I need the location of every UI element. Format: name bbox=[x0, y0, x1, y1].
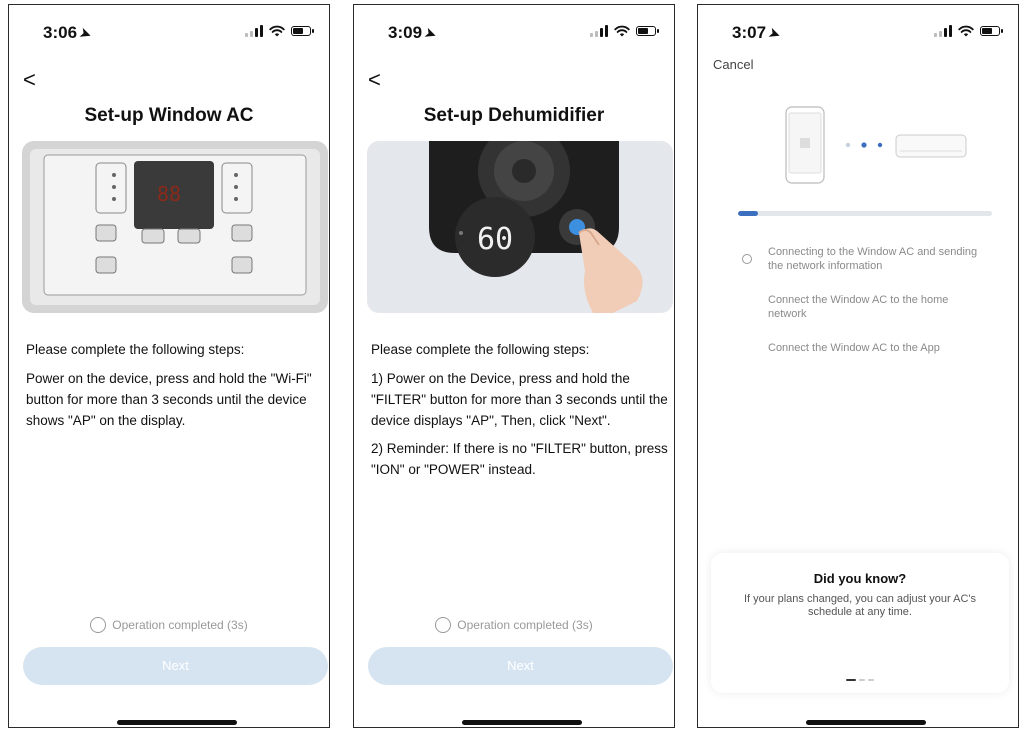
status-time-text: 3:09 bbox=[388, 23, 423, 42]
status-time: 3:09➤ bbox=[388, 23, 439, 43]
svg-text:88: 88 bbox=[157, 182, 181, 206]
radio-icon[interactable] bbox=[435, 617, 452, 633]
pairing-illustration bbox=[785, 106, 967, 184]
back-button[interactable]: < bbox=[23, 67, 36, 93]
battery-icon bbox=[291, 26, 314, 36]
connection-step: Connecting to the Window AC and sending … bbox=[738, 245, 988, 273]
phone-screen-window-ac: 3:06➤ < Set-up Window AC 88 Please compl… bbox=[8, 4, 330, 728]
status-icons bbox=[590, 25, 659, 37]
operation-completed-row[interactable]: Operation completed (3s) bbox=[9, 617, 329, 633]
dehumidifier-panel-image: 60 bbox=[367, 141, 673, 313]
step-text: 2) Reminder: If there is no "FILTER" but… bbox=[371, 441, 668, 477]
status-bar: 3:07➤ bbox=[698, 19, 1018, 45]
steps-list: Power on the device, press and hold the … bbox=[26, 368, 326, 438]
operation-completed-label: Operation completed (3s) bbox=[112, 618, 248, 632]
page-title: Set-up Dehumidifier bbox=[423, 105, 605, 126]
cancel-button[interactable]: Cancel bbox=[713, 57, 753, 72]
operation-completed-label: Operation completed (3s) bbox=[457, 618, 593, 632]
home-indicator[interactable] bbox=[117, 720, 237, 725]
steps-heading: Please complete the following steps: bbox=[26, 342, 245, 357]
cell-signal-icon bbox=[590, 25, 608, 37]
next-button[interactable]: Next bbox=[368, 647, 673, 685]
status-time: 3:06➤ bbox=[43, 23, 94, 43]
step-text: 1) Power on the Device, press and hold t… bbox=[371, 371, 668, 428]
operation-completed-row[interactable]: Operation completed (3s) bbox=[354, 617, 674, 633]
step-text: Power on the device, press and hold the … bbox=[26, 371, 312, 428]
tip-body: If your plans changed, you can adjust yo… bbox=[743, 593, 976, 618]
home-indicator[interactable] bbox=[806, 720, 926, 725]
wifi-icon bbox=[614, 25, 630, 37]
location-arrow-icon: ➤ bbox=[77, 24, 94, 43]
home-indicator[interactable] bbox=[462, 720, 582, 725]
page-title: Set-up Window AC bbox=[84, 105, 254, 126]
wifi-icon bbox=[269, 25, 285, 37]
air-conditioner-icon bbox=[895, 134, 967, 158]
location-arrow-icon: ➤ bbox=[766, 24, 783, 43]
battery-icon bbox=[636, 26, 659, 36]
page-dot bbox=[868, 679, 874, 681]
location-arrow-icon: ➤ bbox=[422, 24, 439, 43]
cell-signal-icon bbox=[934, 25, 952, 37]
connection-step-label: Connect the Window AC to the home networ… bbox=[768, 294, 949, 320]
phone-screen-dehumidifier: 3:09➤ < Set-up Dehumidifier 60 Please co… bbox=[353, 4, 675, 728]
connection-step: Connect the Window AC to the home networ… bbox=[738, 293, 988, 321]
steps-list: 1) Power on the Device, press and hold t… bbox=[371, 368, 671, 487]
page-dot-active bbox=[846, 679, 856, 681]
connection-step-label: Connecting to the Window AC and sending … bbox=[768, 246, 978, 272]
status-icons bbox=[934, 25, 1003, 37]
status-icons bbox=[245, 25, 314, 37]
phone-icon bbox=[785, 106, 825, 184]
status-time-text: 3:07 bbox=[732, 23, 767, 42]
carousel-page-indicator bbox=[711, 679, 1009, 681]
connection-progress-bar bbox=[738, 211, 992, 216]
wifi-icon bbox=[958, 25, 974, 37]
tip-title: Did you know? bbox=[813, 571, 907, 586]
window-ac-control-panel-image: 88 bbox=[22, 141, 328, 313]
status-time-text: 3:06 bbox=[43, 23, 78, 42]
next-button[interactable]: Next bbox=[23, 647, 328, 685]
radio-icon[interactable] bbox=[90, 617, 107, 633]
cell-signal-icon bbox=[245, 25, 263, 37]
connection-step: Connect the Window AC to the App bbox=[738, 341, 988, 355]
connection-step-label: Connect the Window AC to the App bbox=[768, 342, 940, 354]
phone-screen-connecting: 3:07➤ Cancel Connecting to the Window AC… bbox=[697, 4, 1019, 728]
page-dot bbox=[859, 679, 865, 681]
status-bar: 3:06➤ bbox=[9, 19, 329, 45]
connection-steps-list: Connecting to the Window AC and sending … bbox=[738, 245, 988, 375]
status-time: 3:07➤ bbox=[732, 23, 783, 43]
status-bar: 3:09➤ bbox=[354, 19, 674, 45]
device-display-readout: 60 bbox=[477, 222, 513, 257]
progress-fill bbox=[738, 211, 759, 216]
battery-icon bbox=[980, 26, 1003, 36]
steps-heading: Please complete the following steps: bbox=[371, 342, 590, 357]
tip-card: Did you know? If your plans changed, you… bbox=[711, 553, 1009, 693]
back-button[interactable]: < bbox=[368, 67, 381, 93]
loading-circle-icon bbox=[742, 254, 752, 264]
